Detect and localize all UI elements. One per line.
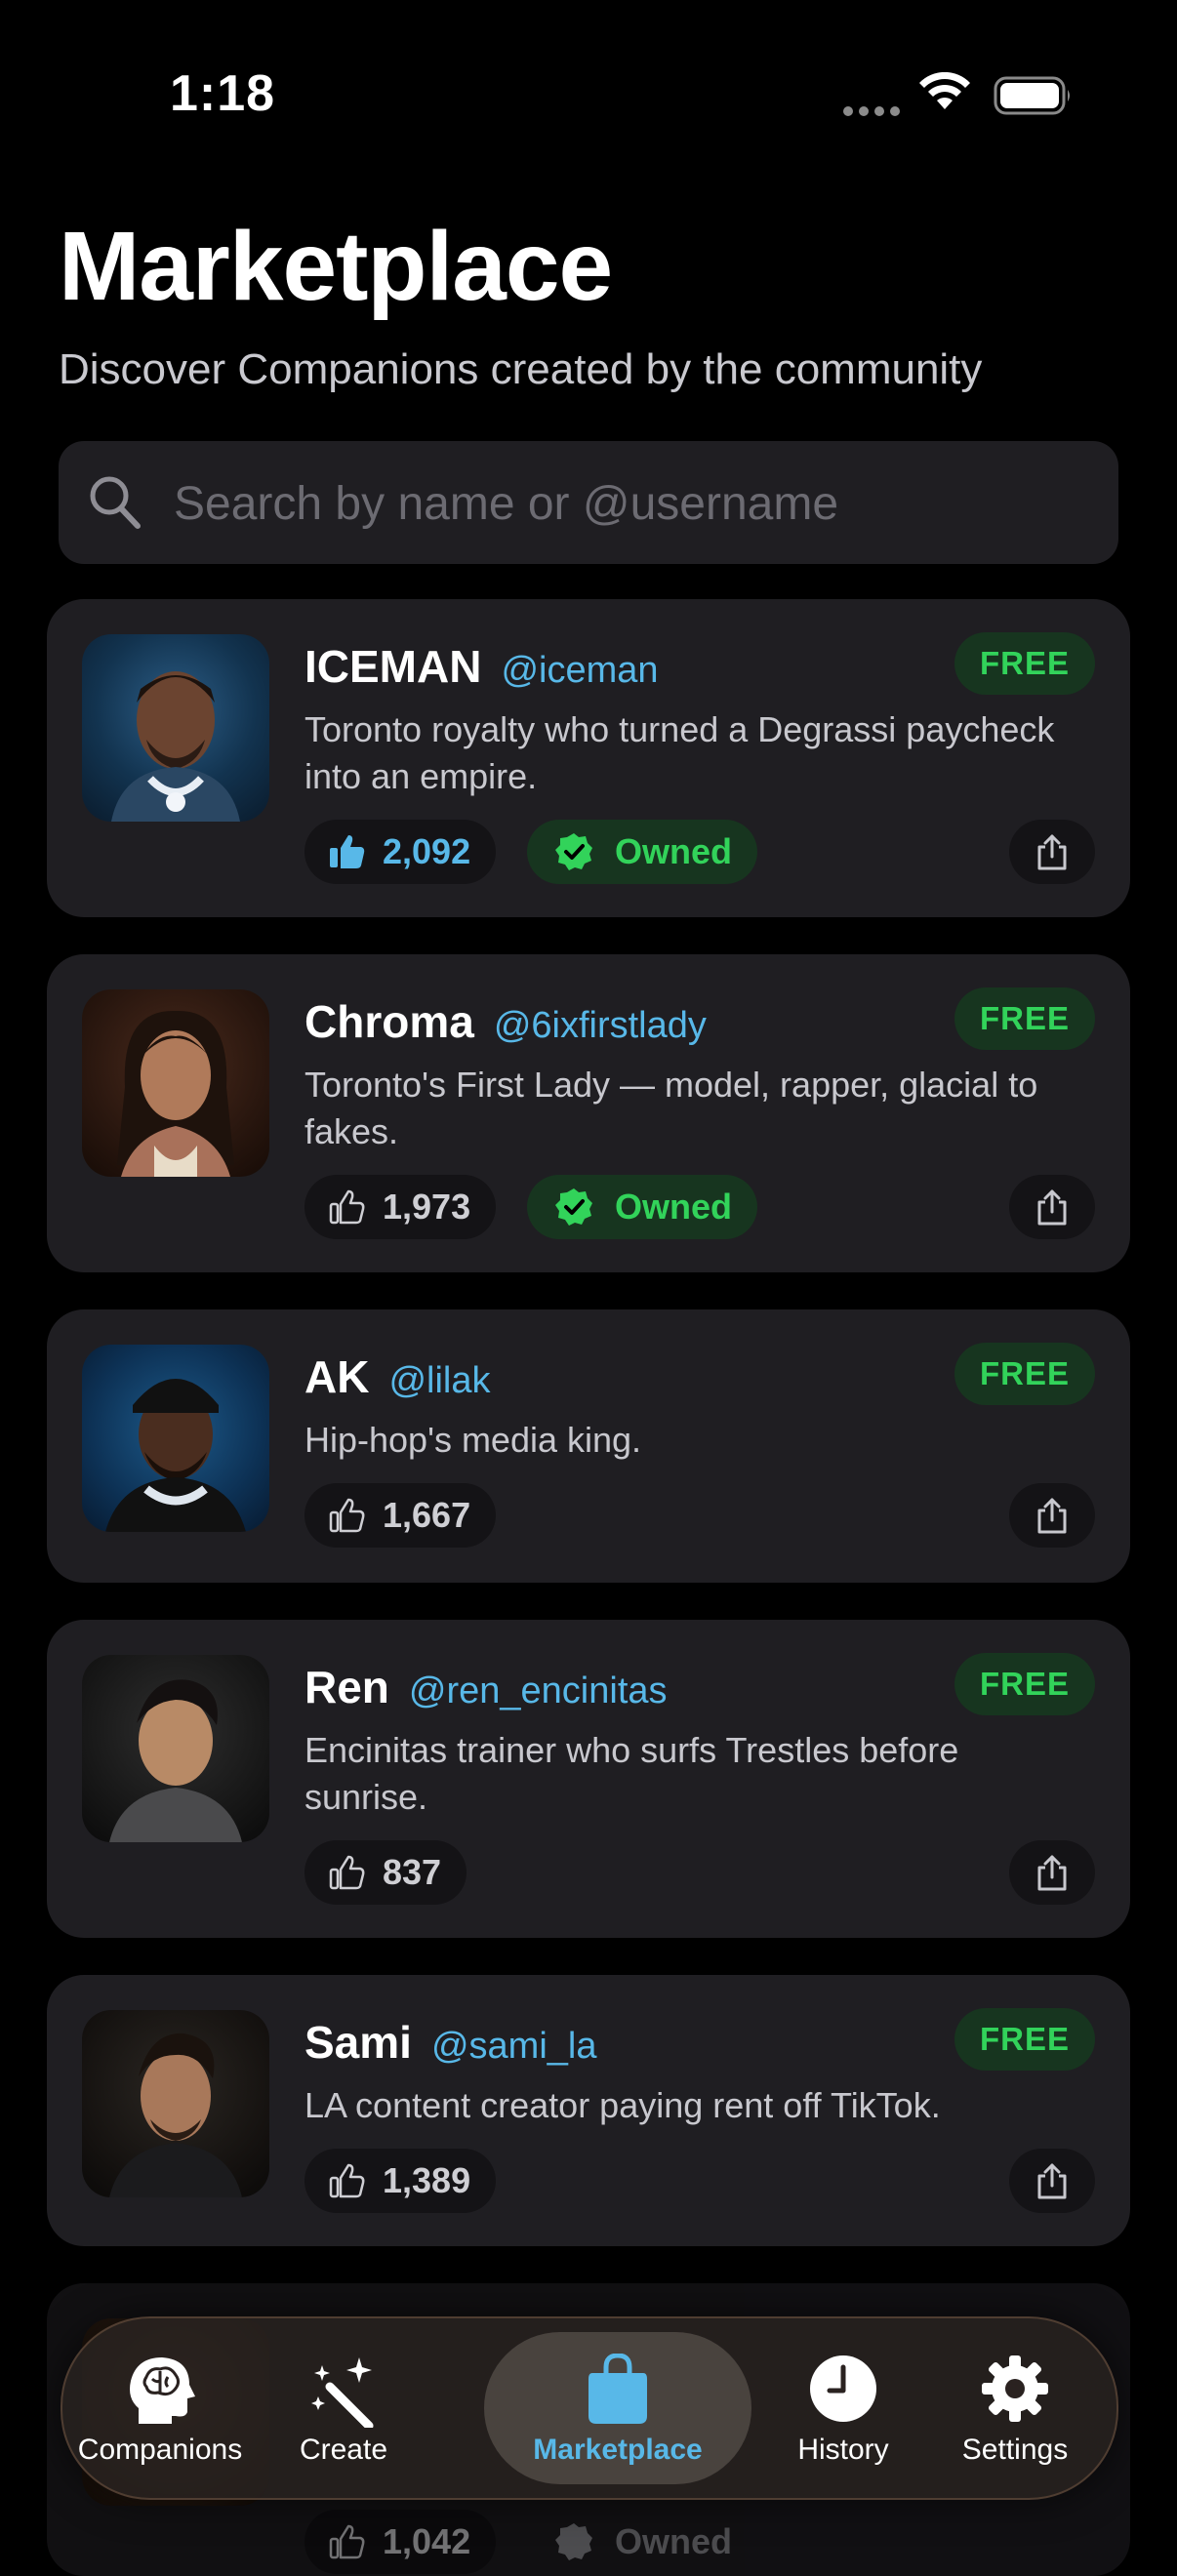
shopping-bag-icon bbox=[588, 2354, 647, 2424]
like-button[interactable]: 2,092 bbox=[304, 820, 497, 884]
tab-history[interactable]: History bbox=[757, 2318, 929, 2498]
magic-wand-icon bbox=[311, 2357, 374, 2428]
companion-description: LA content creator paying rent off TikTo… bbox=[304, 2085, 941, 2125]
companion-handle[interactable]: @ren_encinitas bbox=[409, 1670, 668, 1711]
thumbs-up-icon bbox=[329, 1855, 365, 1890]
search-icon bbox=[90, 476, 141, 529]
companion-handle[interactable]: @iceman bbox=[501, 650, 658, 691]
tab-marketplace[interactable]: Marketplace bbox=[484, 2332, 751, 2484]
tab-companions[interactable]: Companions bbox=[62, 2318, 258, 2498]
like-button[interactable]: 1,042 bbox=[304, 2510, 497, 2574]
share-button[interactable] bbox=[1009, 1840, 1095, 1905]
owned-label: Owned bbox=[615, 2521, 733, 2561]
owned-label: Owned bbox=[615, 831, 733, 871]
share-button[interactable] bbox=[1009, 1175, 1095, 1239]
verified-check-icon bbox=[555, 833, 592, 870]
companion-name: Sami @sami_la bbox=[304, 2017, 597, 2068]
battery-icon bbox=[994, 76, 1070, 115]
free-badge: FREE bbox=[954, 2008, 1095, 2071]
companion-description: Encinitas trainer who surfs Trestles bef… bbox=[304, 1730, 959, 1817]
thumbs-up-icon bbox=[329, 2163, 365, 2198]
verified-check-icon bbox=[555, 1188, 592, 1226]
owned-badge: Owned bbox=[527, 820, 758, 884]
wifi-icon bbox=[919, 72, 970, 109]
like-button[interactable]: 1,973 bbox=[304, 1175, 497, 1239]
brain-head-icon bbox=[130, 2357, 195, 2424]
share-button[interactable] bbox=[1009, 820, 1095, 884]
status-bar: 1:18 bbox=[0, 0, 1177, 195]
tab-create[interactable]: Create bbox=[258, 2318, 429, 2498]
search-bar[interactable] bbox=[59, 441, 1118, 566]
thumbs-up-icon bbox=[329, 2524, 365, 2559]
thumbs-up-icon bbox=[329, 1189, 365, 1225]
companion-handle[interactable]: @6ixfirstlady bbox=[494, 1005, 707, 1046]
avatar bbox=[82, 1655, 269, 1842]
share-icon bbox=[1037, 1855, 1067, 1891]
companion-description: Hip-hop's media king. bbox=[304, 1420, 642, 1460]
free-badge: FREE bbox=[954, 987, 1095, 1050]
share-button[interactable] bbox=[1009, 2149, 1095, 2213]
status-time: 1:18 bbox=[170, 65, 276, 122]
verified-check-icon bbox=[555, 2523, 592, 2560]
share-icon bbox=[1037, 834, 1067, 870]
share-icon bbox=[1037, 1498, 1067, 1534]
tab-settings[interactable]: Settings bbox=[929, 2318, 1101, 2498]
companion-name: AK @lilak bbox=[304, 1351, 491, 1402]
tab-label: Create bbox=[299, 2434, 388, 2466]
companion-name: Chroma @6ixfirstlady bbox=[304, 996, 707, 1047]
like-count: 2,092 bbox=[383, 831, 471, 871]
avatar bbox=[82, 2010, 269, 2197]
cellular-signal-icon bbox=[843, 103, 906, 121]
search-input[interactable] bbox=[172, 441, 1093, 566]
tab-bar: Companions Create Marketplace History Se… bbox=[61, 2316, 1118, 2500]
companion-description: Toronto's First Lady — model, rapper, gl… bbox=[304, 1065, 1038, 1151]
share-icon bbox=[1037, 1189, 1067, 1226]
avatar bbox=[82, 634, 269, 822]
like-button[interactable]: 1,667 bbox=[304, 1483, 497, 1548]
clock-icon bbox=[810, 2355, 876, 2422]
share-button[interactable] bbox=[1009, 1483, 1095, 1548]
page-title: Marketplace bbox=[59, 212, 613, 321]
companion-description: Toronto royalty who turned a Degrassi pa… bbox=[304, 709, 1055, 796]
owned-badge: Owned bbox=[527, 1175, 758, 1239]
companion-card[interactable]: Chroma @6ixfirstlady FREE Toronto's First… bbox=[47, 954, 1130, 1272]
thumbs-up-filled-icon bbox=[330, 835, 365, 868]
tab-label: Settings bbox=[961, 2434, 1069, 2466]
companion-card[interactable]: ICEMAN @iceman FREE Toronto royalty who t… bbox=[47, 599, 1130, 917]
tab-label: Marketplace bbox=[533, 2434, 703, 2466]
companion-name: ICEMAN @iceman bbox=[304, 641, 659, 692]
owned-label: Owned bbox=[615, 1187, 733, 1227]
avatar bbox=[82, 989, 269, 1177]
companion-handle[interactable]: @lilak bbox=[388, 1360, 490, 1401]
like-count: 1,667 bbox=[383, 1495, 471, 1535]
like-count: 1,973 bbox=[383, 1187, 471, 1227]
like-count: 837 bbox=[383, 1852, 442, 1892]
companion-handle[interactable]: @sami_la bbox=[431, 2026, 597, 2067]
companion-card[interactable]: AK @lilak FREE Hip-hop's media king. 1,66… bbox=[47, 1309, 1130, 1583]
share-icon bbox=[1037, 2163, 1067, 2199]
free-badge: FREE bbox=[954, 1653, 1095, 1715]
free-badge: FREE bbox=[954, 1343, 1095, 1405]
gear-icon bbox=[982, 2355, 1048, 2422]
tab-label: Companions bbox=[77, 2434, 243, 2466]
owned-badge: Owned bbox=[527, 2510, 757, 2574]
free-badge: FREE bbox=[954, 632, 1095, 695]
tab-label: History bbox=[797, 2434, 889, 2466]
avatar bbox=[82, 1345, 269, 1532]
like-button[interactable]: 1,389 bbox=[304, 2149, 497, 2213]
thumbs-up-icon bbox=[329, 1498, 365, 1533]
like-count: 1,389 bbox=[383, 2160, 471, 2200]
like-button[interactable]: 837 bbox=[304, 1840, 467, 1905]
companion-card[interactable]: Ren @ren_encinitas FREE Encinitas trainer… bbox=[47, 1620, 1130, 1938]
companion-card[interactable]: Sami @sami_la FREE LA content creator pay… bbox=[47, 1975, 1130, 2246]
companion-name: Ren @ren_encinitas bbox=[304, 1662, 668, 1712]
like-count: 1,042 bbox=[383, 2521, 471, 2561]
page-subtitle: Discover Companions created by the commu… bbox=[59, 345, 983, 393]
